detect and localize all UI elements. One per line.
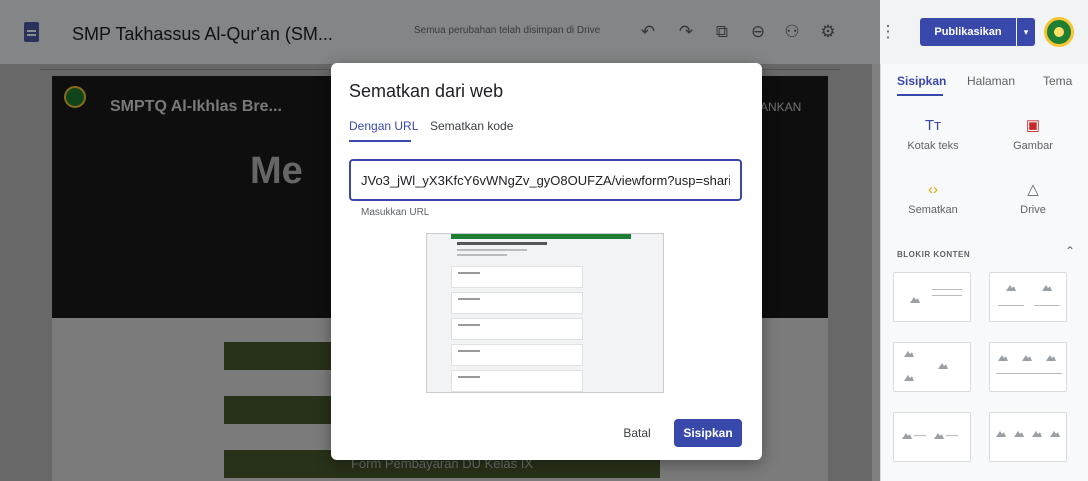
tab-embed-code[interactable]: Sematkan kode — [430, 119, 513, 133]
tool-embed[interactable]: ‹› Sematkan — [893, 180, 973, 216]
content-block-layout[interactable] — [989, 412, 1067, 462]
tool-label: Gambar — [1013, 140, 1053, 152]
embed-preview — [426, 233, 664, 393]
tab-insert[interactable]: Sisipkan — [897, 74, 946, 88]
tool-label: Sematkan — [908, 204, 958, 216]
content-block-layout[interactable] — [893, 272, 971, 322]
account-avatar[interactable] — [1044, 17, 1074, 47]
tool-label: Kotak teks — [907, 140, 959, 152]
tab-indicator — [897, 94, 943, 96]
url-hint: Masukkan URL — [361, 207, 430, 218]
tool-text-box[interactable]: Tт Kotak teks — [893, 116, 973, 152]
insert-button[interactable]: Sisipkan — [674, 419, 742, 447]
dialog-tab-indicator — [349, 140, 411, 142]
content-block-layout[interactable] — [893, 412, 971, 462]
drive-icon: △ — [1027, 181, 1039, 198]
cancel-button[interactable]: Batal — [607, 419, 667, 447]
dialog-title: Sematkan dari web — [349, 81, 504, 101]
content-block-layout[interactable] — [893, 342, 971, 392]
tab-themes[interactable]: Tema — [1043, 74, 1072, 88]
image-icon: ▣ — [1025, 117, 1041, 134]
embed-icon: ‹› — [928, 181, 938, 198]
tool-image[interactable]: ▣ Gambar — [993, 116, 1073, 152]
tab-pages[interactable]: Halaman — [967, 74, 1015, 88]
text-box-icon: Tт — [924, 117, 942, 134]
embed-dialog: Sematkan dari web Dengan URL Sematkan ko… — [331, 63, 762, 460]
content-block-layout[interactable] — [989, 272, 1067, 322]
publish-dropdown-icon[interactable]: ▾ — [1017, 18, 1035, 46]
chevron-up-icon[interactable]: ⌃ — [1065, 244, 1075, 258]
url-input[interactable] — [349, 159, 742, 201]
tool-drive[interactable]: △ Drive — [993, 180, 1073, 216]
content-blocks-title: BLOKIR KONTEN — [897, 250, 971, 259]
content-block-layout[interactable] — [989, 342, 1067, 392]
tool-label: Drive — [1020, 204, 1046, 216]
tab-by-url[interactable]: Dengan URL — [349, 119, 418, 133]
publish-button[interactable]: Publikasikan — [920, 18, 1016, 46]
insert-panel: Sisipkan Halaman Tema Tт Kotak teks ▣ Ga… — [880, 64, 1088, 481]
